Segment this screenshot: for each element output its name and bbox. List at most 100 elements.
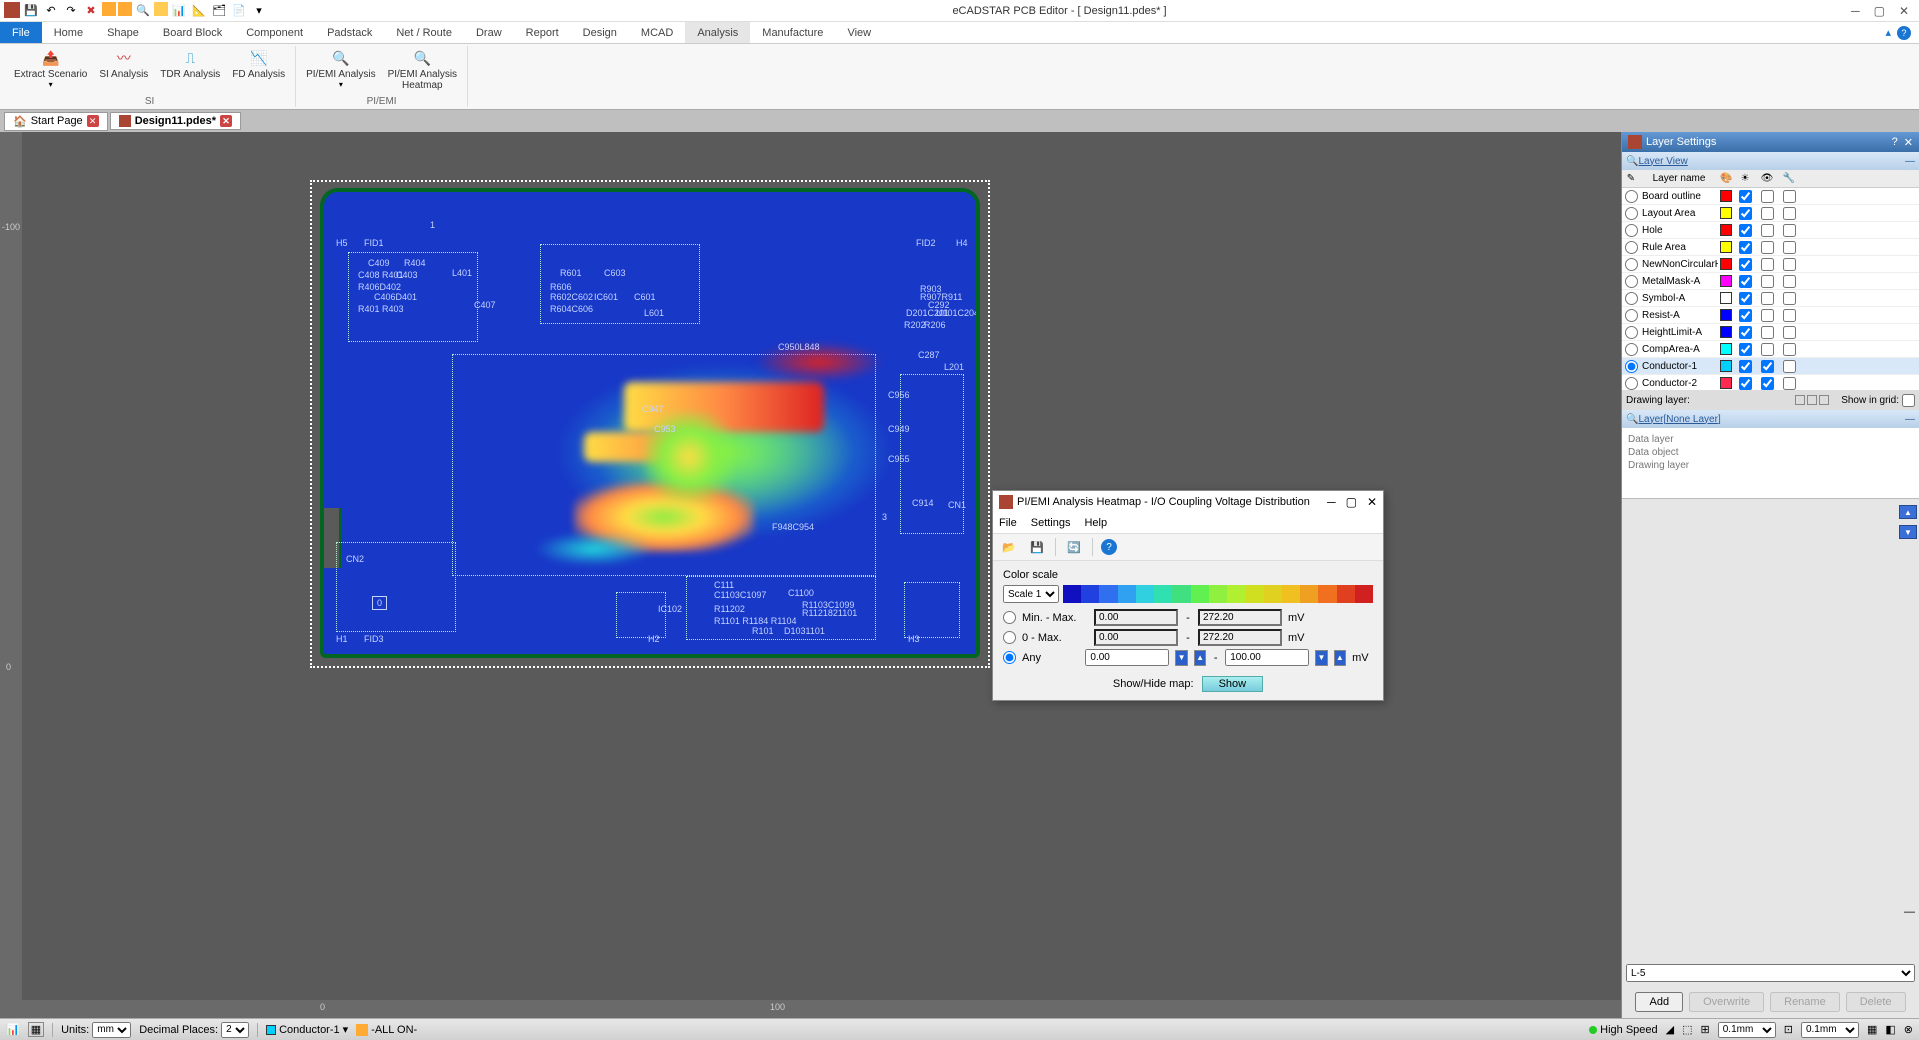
layer-vis-checkbox[interactable]: [1739, 292, 1752, 305]
layer-lock-checkbox[interactable]: [1783, 190, 1796, 203]
scale-select[interactable]: Scale 1: [1003, 585, 1059, 603]
file-tab[interactable]: File: [0, 22, 42, 43]
layer-color-swatch[interactable]: [1720, 258, 1732, 270]
layer-eye-checkbox[interactable]: [1761, 207, 1774, 220]
layer-radio[interactable]: [1625, 190, 1638, 203]
collapse-icon[interactable]: —: [1904, 906, 1915, 918]
layer-eye-checkbox[interactable]: [1761, 224, 1774, 237]
layer-vis-checkbox[interactable]: [1739, 207, 1752, 220]
decimal-places-select[interactable]: 2: [221, 1022, 249, 1038]
status-tool-5[interactable]: ▦: [1867, 1023, 1877, 1036]
status-tool-3[interactable]: ⊞: [1701, 1023, 1710, 1036]
help-icon[interactable]: ?: [1101, 539, 1117, 555]
delete-button[interactable]: Delete: [1846, 992, 1906, 1012]
layer-lock-checkbox[interactable]: [1783, 360, 1796, 373]
status-tool-4[interactable]: ⊡: [1784, 1023, 1793, 1036]
up-tri-button[interactable]: ▲: [1194, 650, 1206, 666]
layer-row[interactable]: Hole: [1622, 222, 1919, 239]
doctab-design[interactable]: Design11.pdes* ✕: [110, 112, 241, 130]
tab-netroute[interactable]: Net / Route: [384, 22, 464, 43]
tdr-analysis-button[interactable]: ⎍ TDR Analysis: [156, 46, 224, 96]
show-in-grid-checkbox[interactable]: [1902, 394, 1915, 407]
layer-vis-checkbox[interactable]: [1739, 190, 1752, 203]
layer-vis-checkbox[interactable]: [1739, 224, 1752, 237]
si-analysis-button[interactable]: 〰 SI Analysis: [95, 46, 152, 96]
any-min-field[interactable]: [1085, 649, 1169, 666]
status-tool-6[interactable]: ◧: [1885, 1023, 1895, 1036]
layer-color-swatch[interactable]: [1720, 224, 1732, 236]
layer-lock-checkbox[interactable]: [1783, 343, 1796, 356]
layer-radio[interactable]: [1625, 309, 1638, 322]
any-max-field[interactable]: [1225, 649, 1309, 666]
dialog-menu-help[interactable]: Help: [1084, 517, 1107, 529]
drawing-layer-swatch-3[interactable]: [1819, 395, 1829, 405]
down-tri-button-2[interactable]: ▼: [1315, 650, 1327, 666]
tab-report[interactable]: Report: [514, 22, 571, 43]
tab-padstack[interactable]: Padstack: [315, 22, 384, 43]
layer-lock-checkbox[interactable]: [1783, 292, 1796, 305]
layer-eye-checkbox[interactable]: [1761, 275, 1774, 288]
overwrite-button[interactable]: Overwrite: [1689, 992, 1764, 1012]
units-select[interactable]: mm: [92, 1022, 131, 1038]
layer-color-swatch[interactable]: [1720, 275, 1732, 287]
layer-combo[interactable]: L-5: [1626, 964, 1915, 982]
layer-view-header[interactable]: 🔍 Layer View —: [1622, 152, 1919, 170]
qat-dropdown-icon[interactable]: ▾: [250, 2, 268, 20]
layer-lock-checkbox[interactable]: [1783, 377, 1796, 390]
layer-row[interactable]: Board outline: [1622, 188, 1919, 205]
tab-mcad[interactable]: MCAD: [629, 22, 685, 43]
fd-analysis-button[interactable]: 📉 FD Analysis: [228, 46, 289, 96]
status-tool-7[interactable]: ⊗: [1904, 1023, 1913, 1036]
layer-vis-checkbox[interactable]: [1739, 241, 1752, 254]
qat-icon-5[interactable]: 🗂: [210, 2, 228, 20]
layer-lock-checkbox[interactable]: [1783, 309, 1796, 322]
add-button[interactable]: Add: [1635, 992, 1683, 1012]
layer-row[interactable]: CompArea-A: [1622, 341, 1919, 358]
up-arrow-button[interactable]: ▲: [1899, 505, 1917, 519]
layer-color-swatch[interactable]: [1720, 360, 1732, 372]
minmax-radio[interactable]: [1003, 611, 1016, 624]
layer-radio[interactable]: [1625, 343, 1638, 356]
layer-eye-checkbox[interactable]: [1761, 309, 1774, 322]
layer-radio[interactable]: [1625, 275, 1638, 288]
layer-eye-checkbox[interactable]: [1761, 326, 1774, 339]
layer-lock-checkbox[interactable]: [1783, 258, 1796, 271]
refresh-icon[interactable]: 🔄: [1064, 537, 1084, 557]
grid1-select[interactable]: 0.1mm: [1718, 1022, 1776, 1038]
layer-row[interactable]: NewNonCircularH: [1622, 256, 1919, 273]
layer-eye-checkbox[interactable]: [1761, 241, 1774, 254]
tab-home[interactable]: Home: [42, 22, 95, 43]
visibility-toggle[interactable]: -ALL ON-: [356, 1024, 417, 1036]
status-icon-1[interactable]: 📊: [6, 1023, 20, 1036]
layer-radio[interactable]: [1625, 326, 1638, 339]
tab-boardblock[interactable]: Board Block: [151, 22, 234, 43]
layer-row[interactable]: Rule Area: [1622, 239, 1919, 256]
up-tri-button-2[interactable]: ▲: [1334, 650, 1346, 666]
layer-eye-checkbox[interactable]: [1761, 292, 1774, 305]
layer-radio[interactable]: [1625, 241, 1638, 254]
tab-design[interactable]: Design: [571, 22, 629, 43]
layer-lock-checkbox[interactable]: [1783, 326, 1796, 339]
layer-vis-checkbox[interactable]: [1739, 326, 1752, 339]
doctab-start[interactable]: 🏠 Start Page ✕: [4, 112, 108, 131]
close-tab-icon[interactable]: ✕: [220, 115, 232, 127]
none-layer-header[interactable]: 🔍 Layer[None Layer] —: [1622, 410, 1919, 428]
layer-radio[interactable]: [1625, 258, 1638, 271]
status-tool-1[interactable]: ◢: [1666, 1023, 1674, 1036]
layer-row[interactable]: HeightLimit-A: [1622, 324, 1919, 341]
drawing-layer-swatch-1[interactable]: [1795, 395, 1805, 405]
layer-lock-checkbox[interactable]: [1783, 275, 1796, 288]
zeromax-radio[interactable]: [1003, 631, 1016, 644]
panel-close-icon[interactable]: ✕: [1904, 136, 1913, 149]
layer-color-swatch[interactable]: [1720, 207, 1732, 219]
dialog-maximize-button[interactable]: ▢: [1346, 495, 1357, 509]
layer-lock-checkbox[interactable]: [1783, 207, 1796, 220]
chart-icon[interactable]: 📊: [170, 2, 188, 20]
layer-eye-checkbox[interactable]: [1761, 343, 1774, 356]
tab-view[interactable]: View: [835, 22, 883, 43]
ribbon-help-icon[interactable]: ?: [1897, 26, 1911, 40]
layer-eye-checkbox[interactable]: [1761, 190, 1774, 203]
close-tab-icon[interactable]: ✕: [87, 115, 99, 127]
tab-draw[interactable]: Draw: [464, 22, 514, 43]
layer-radio[interactable]: [1625, 292, 1638, 305]
